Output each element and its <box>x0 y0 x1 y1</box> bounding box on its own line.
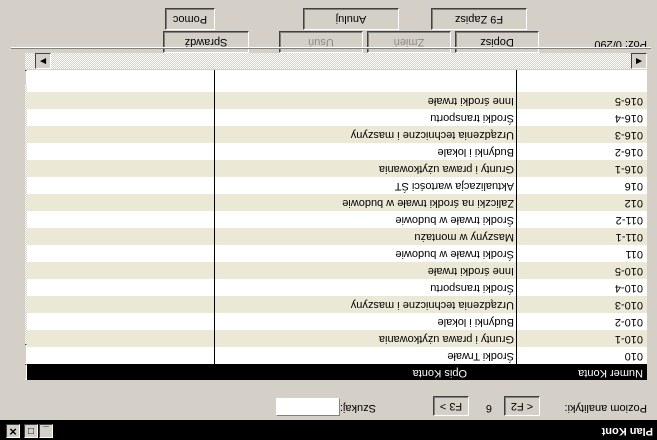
account-number: 010-5 <box>614 265 643 277</box>
account-number: 010-2 <box>614 316 643 328</box>
account-number: 011-2 <box>615 214 643 226</box>
account-description: Środki transportu <box>430 112 514 124</box>
table-row[interactable]: 010-2 Budynki i lokale <box>25 313 647 330</box>
account-description: Środki trwałe w budowie <box>395 248 514 260</box>
delete-record-button[interactable]: Usuń <box>279 31 363 53</box>
column-header-description[interactable]: Opis Konta <box>413 367 467 379</box>
account-description: Urządzenia techniczne i maszyny <box>350 129 514 141</box>
table-row[interactable]: 010-1 Grunty i prawa użytkowania <box>25 330 647 347</box>
table-row[interactable]: 016-3 Urządzenia techniczne i maszyny <box>25 126 647 143</box>
window-title: Plan Kont <box>601 425 653 437</box>
account-description: Budynki i lokale <box>437 146 514 158</box>
column-divider <box>516 70 517 364</box>
account-description: Grunty i prawa użytkowania <box>378 333 514 345</box>
table-row[interactable]: 012 Zaliczki na środki trwałe w budowie <box>25 194 647 211</box>
help-button[interactable]: Pomoc <box>165 8 215 30</box>
account-number: 016-4 <box>614 112 643 124</box>
scroll-thumb[interactable] <box>25 344 27 364</box>
table-row[interactable]: 010-4 Środki transportu <box>25 279 647 296</box>
table-row[interactable]: 016 Aktualizacja wartości ŚT <box>25 177 647 194</box>
table-row[interactable]: 011-1 Maszyny w montażu <box>25 228 647 245</box>
account-number: 016 <box>624 180 643 192</box>
title-bar: Plan Kont _ □ ✕ <box>0 420 657 440</box>
account-number: 011-1 <box>615 231 643 243</box>
vertical-scrollbar[interactable]: ▲ ▼ <box>25 70 27 380</box>
verify-button[interactable]: Sprawdź <box>163 31 249 53</box>
analytics-level: 6 <box>485 402 492 414</box>
account-number: 016-3 <box>614 129 643 141</box>
scroll-up-icon[interactable]: ▲ <box>25 364 27 380</box>
edit-record-button[interactable]: Zmień <box>367 31 451 53</box>
table-row[interactable]: 010-5 Inne środki trwałe <box>25 262 647 279</box>
analytics-label: Poziom analityki: <box>564 402 647 414</box>
account-description: Inne środki trwałe <box>427 265 514 277</box>
table-row[interactable]: 010-3 Urządzenia techniczne i maszyny <box>25 296 647 313</box>
table-row[interactable]: 016-5 Inne środki trwałe <box>25 92 647 109</box>
close-icon[interactable]: ✕ <box>6 424 20 438</box>
scroll-down-icon[interactable]: ▼ <box>25 70 27 86</box>
window-stage: Plan Kont _ □ ✕ Poziom analityki: < F2 6… <box>0 0 657 440</box>
account-number: 016-2 <box>614 146 643 158</box>
account-number: 016-5 <box>614 95 643 107</box>
cancel-button[interactable]: Anuluj <box>303 8 399 30</box>
account-description: Maszyny w montażu <box>414 231 514 243</box>
account-number: 011 <box>625 248 643 260</box>
account-number: 010-4 <box>614 282 643 294</box>
accounts-grid: Numer Konta Opis Konta 010 Środki Trwałe 0… <box>25 70 647 380</box>
add-record-button[interactable]: Dopisz <box>455 31 539 53</box>
account-description: Środki trwałe w budowie <box>395 214 514 226</box>
account-description: Inne środki trwałe <box>427 95 514 107</box>
account-description: Zaliczki na środki trwałe w budowie <box>342 197 514 209</box>
account-number: 010 <box>624 350 643 362</box>
scroll-right-icon[interactable]: ▶ <box>35 53 51 69</box>
column-divider <box>214 70 215 364</box>
table-row[interactable]: 016-4 Środki transportu <box>25 109 647 126</box>
account-number: 010-1 <box>614 333 643 345</box>
account-description: Aktualizacja wartości ŚT <box>394 180 514 192</box>
search-input[interactable] <box>276 398 340 416</box>
search-label: Szukaj: <box>339 402 376 414</box>
table-row[interactable]: 016-2 Budynki i lokale <box>25 143 647 160</box>
table-row[interactable]: 016-1 Grunty i prawa użytkowania <box>25 160 647 177</box>
prev-level-button[interactable]: < F2 <box>504 396 540 416</box>
horizontal-scrollbar[interactable]: ◀ ▶ <box>25 53 647 69</box>
maximize-icon[interactable]: □ <box>24 424 38 438</box>
account-description: Grunty i prawa użytkowania <box>378 163 514 175</box>
grid-header: Numer Konta Opis Konta <box>25 364 647 380</box>
account-description: Urządzenia techniczne i maszyny <box>350 299 514 311</box>
account-description: Środki transportu <box>430 282 514 294</box>
scroll-left-icon[interactable]: ◀ <box>631 53 647 69</box>
account-number: 012 <box>624 197 643 209</box>
table-row[interactable]: 010 Środki Trwałe <box>25 347 647 364</box>
account-description: Budynki i lokale <box>437 316 514 328</box>
account-number: 016-1 <box>614 163 643 175</box>
column-header-number[interactable]: Numer Konta <box>578 367 643 379</box>
next-level-button[interactable]: F3 > <box>433 396 469 416</box>
divider <box>11 47 651 49</box>
account-number: 010-3 <box>614 299 643 311</box>
minimize-icon[interactable]: _ <box>39 424 53 438</box>
account-description: Środki Trwałe <box>447 350 514 362</box>
table-row[interactable]: 011-2 Środki trwałe w budowie <box>25 211 647 228</box>
table-row[interactable]: 011 Środki trwałe w budowie <box>25 245 647 262</box>
save-button[interactable]: F9 Zapisz <box>431 8 527 30</box>
